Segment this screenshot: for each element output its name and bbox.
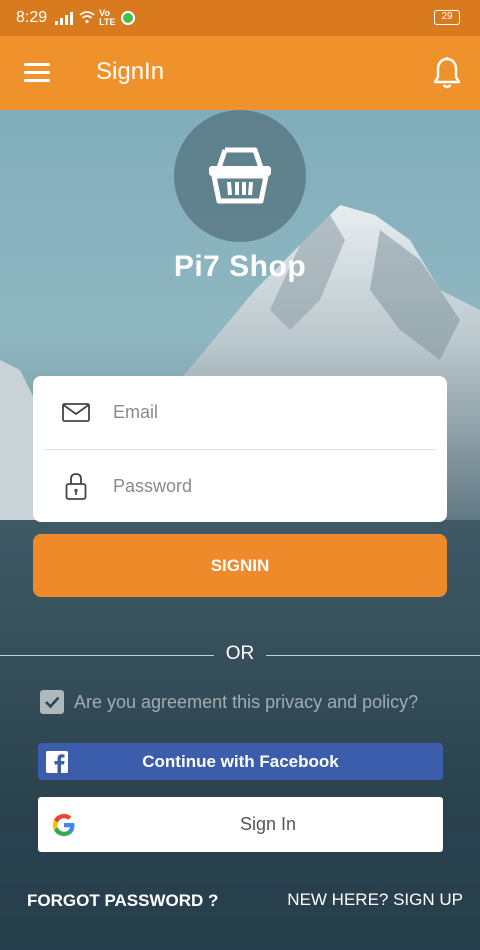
page-title: SignIn — [96, 58, 165, 85]
email-field-row — [33, 376, 447, 448]
or-line-right — [266, 655, 480, 656]
login-card — [33, 376, 447, 522]
checkmark-icon — [45, 696, 60, 709]
notification-app-icon — [121, 11, 136, 25]
signup-link[interactable]: NEW HERE? SIGN UP — [287, 890, 463, 910]
bell-icon[interactable] — [432, 56, 462, 90]
wifi-icon — [79, 10, 95, 27]
lock-icon — [65, 473, 87, 500]
email-input[interactable] — [113, 392, 423, 432]
or-line-left — [0, 655, 214, 656]
privacy-agreement: Are you agreement this privacy and polic… — [40, 688, 418, 716]
facebook-login-button[interactable]: Continue with Facebook — [38, 743, 443, 780]
hamburger-menu-icon[interactable] — [24, 63, 50, 83]
app-bar: SignIn — [0, 36, 480, 110]
or-divider: OR — [0, 643, 480, 669]
privacy-checkbox[interactable] — [40, 690, 64, 714]
privacy-checkbox-label: Are you agreement this privacy and polic… — [74, 691, 419, 712]
google-signin-button[interactable]: Sign In — [38, 797, 443, 852]
google-signin-label: Sign In — [239, 814, 297, 834]
facebook-login-label: Continue with Facebook — [142, 752, 339, 771]
password-field-row — [33, 450, 447, 522]
password-input[interactable] — [113, 466, 423, 506]
or-label: OR — [225, 643, 255, 664]
battery-indicator: 29 — [434, 10, 460, 25]
shop-logo — [174, 110, 306, 242]
email-icon — [62, 403, 90, 422]
brand-name: Pi7 Shop — [173, 250, 307, 283]
signin-button[interactable]: SIGNIN — [33, 534, 447, 597]
signal-icon — [55, 11, 74, 25]
forgot-password-link[interactable]: FORGOT PASSWORD ? — [27, 891, 218, 911]
volte-indicator: Vo LTE — [99, 8, 116, 27]
status-bar: 8:29 Vo LTE 29 — [0, 0, 480, 36]
shopping-basket-icon — [209, 147, 271, 204]
signin-screen: 8:29 Vo LTE 29 SignIn Pi7 Shop Email SIG… — [0, 0, 480, 950]
status-time: 8:29 — [16, 9, 48, 26]
